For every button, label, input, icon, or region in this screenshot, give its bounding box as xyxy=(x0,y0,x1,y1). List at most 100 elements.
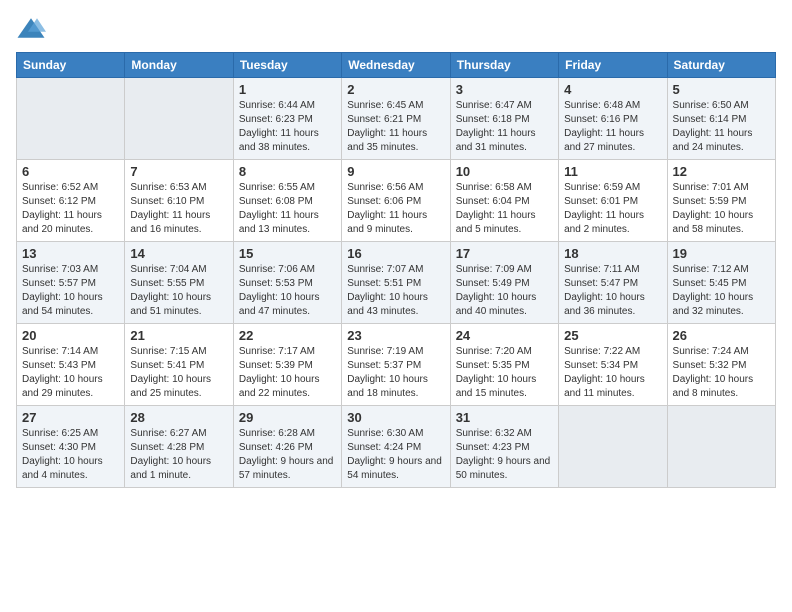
calendar-cell: 20 Sunrise: 7:14 AMSunset: 5:43 PMDayligh… xyxy=(17,324,125,406)
calendar-cell: 1 Sunrise: 6:44 AMSunset: 6:23 PMDaylight… xyxy=(233,78,341,160)
calendar-week-row: 20 Sunrise: 7:14 AMSunset: 5:43 PMDayligh… xyxy=(17,324,776,406)
calendar-cell: 5 Sunrise: 6:50 AMSunset: 6:14 PMDaylight… xyxy=(667,78,775,160)
day-info: Sunrise: 7:15 AMSunset: 5:41 PMDaylight:… xyxy=(130,345,227,401)
day-number: 24 xyxy=(456,328,553,343)
page-header xyxy=(16,16,776,40)
day-number: 12 xyxy=(673,164,770,179)
calendar-cell: 22Sunrise: 7:17 AMSunset: 5:39 PMDayligh… xyxy=(233,324,341,406)
day-number: 28 xyxy=(130,410,227,425)
day-number: 29 xyxy=(239,410,336,425)
day-info: Sunrise: 7:19 AMSunset: 5:37 PMDaylight:… xyxy=(347,345,444,401)
calendar-cell: 2Sunrise: 6:45 AMSunset: 6:21 PMDaylight… xyxy=(342,78,450,160)
day-number: 15 xyxy=(239,246,336,261)
day-info: Sunrise: 7:22 AMSunset: 5:34 PMDaylight:… xyxy=(564,345,661,401)
calendar-table: SundayMondayTuesdayWednesdayThursdayFrid… xyxy=(16,52,776,488)
calendar-cell: 13 Sunrise: 7:03 AMSunset: 5:57 PMDayligh… xyxy=(17,242,125,324)
calendar-cell: 27 Sunrise: 6:25 AMSunset: 4:30 PMDayligh… xyxy=(17,406,125,488)
day-info: Sunrise: 6:58 AMSunset: 6:04 PMDaylight:… xyxy=(456,181,553,237)
day-number: 1 xyxy=(239,82,336,97)
calendar-cell: 25 Sunrise: 7:22 AMSunset: 5:34 PMDayligh… xyxy=(559,324,667,406)
day-info: Sunrise: 6:56 AMSunset: 6:06 PMDaylight:… xyxy=(347,181,444,237)
day-number: 3 xyxy=(456,82,553,97)
calendar-cell: 31 Sunrise: 6:32 AMSunset: 4:23 PMDayligh… xyxy=(450,406,558,488)
day-info: Sunrise: 7:01 AMSunset: 5:59 PMDaylight:… xyxy=(673,181,770,237)
day-info: Sunrise: 6:44 AMSunset: 6:23 PMDaylight:… xyxy=(239,99,336,155)
day-info: Sunrise: 6:32 AMSunset: 4:23 PMDaylight:… xyxy=(456,427,553,483)
calendar-cell: 29 Sunrise: 6:28 AMSunset: 4:26 PMDayligh… xyxy=(233,406,341,488)
day-number: 4 xyxy=(564,82,661,97)
calendar-cell xyxy=(125,78,233,160)
day-header-monday: Monday xyxy=(125,53,233,78)
calendar-cell: 16 Sunrise: 7:07 AMSunset: 5:51 PMDayligh… xyxy=(342,242,450,324)
calendar-cell: 15 Sunrise: 7:06 AMSunset: 5:53 PMDayligh… xyxy=(233,242,341,324)
day-number: 21 xyxy=(130,328,227,343)
day-info: Sunrise: 7:20 AMSunset: 5:35 PMDaylight:… xyxy=(456,345,553,401)
day-info: Sunrise: 6:27 AMSunset: 4:28 PMDaylight:… xyxy=(130,427,227,483)
calendar-cell: 6 Sunrise: 6:52 AMSunset: 6:12 PMDaylight… xyxy=(17,160,125,242)
day-number: 16 xyxy=(347,246,444,261)
day-info: Sunrise: 6:25 AMSunset: 4:30 PMDaylight:… xyxy=(22,427,119,483)
day-info: Sunrise: 7:09 AMSunset: 5:49 PMDaylight:… xyxy=(456,263,553,319)
day-header-sunday: Sunday xyxy=(17,53,125,78)
calendar-week-row: 6 Sunrise: 6:52 AMSunset: 6:12 PMDaylight… xyxy=(17,160,776,242)
day-info: Sunrise: 6:30 AMSunset: 4:24 PMDaylight:… xyxy=(347,427,444,483)
day-number: 18 xyxy=(564,246,661,261)
day-info: Sunrise: 6:52 AMSunset: 6:12 PMDaylight:… xyxy=(22,181,119,237)
calendar-cell xyxy=(17,78,125,160)
day-info: Sunrise: 7:04 AMSunset: 5:55 PMDaylight:… xyxy=(130,263,227,319)
calendar-cell: 26Sunrise: 7:24 AMSunset: 5:32 PMDayligh… xyxy=(667,324,775,406)
calendar-week-row: 13 Sunrise: 7:03 AMSunset: 5:57 PMDayligh… xyxy=(17,242,776,324)
day-info: Sunrise: 7:11 AMSunset: 5:47 PMDaylight:… xyxy=(564,263,661,319)
day-info: Sunrise: 6:50 AMSunset: 6:14 PMDaylight:… xyxy=(673,99,770,155)
day-number: 22 xyxy=(239,328,336,343)
day-header-tuesday: Tuesday xyxy=(233,53,341,78)
day-header-thursday: Thursday xyxy=(450,53,558,78)
day-number: 31 xyxy=(456,410,553,425)
day-info: Sunrise: 7:06 AMSunset: 5:53 PMDaylight:… xyxy=(239,263,336,319)
day-number: 11 xyxy=(564,164,661,179)
day-header-friday: Friday xyxy=(559,53,667,78)
calendar-cell: 11Sunrise: 6:59 AMSunset: 6:01 PMDayligh… xyxy=(559,160,667,242)
calendar-week-row: 1 Sunrise: 6:44 AMSunset: 6:23 PMDaylight… xyxy=(17,78,776,160)
calendar-cell: 14 Sunrise: 7:04 AMSunset: 5:55 PMDayligh… xyxy=(125,242,233,324)
day-number: 20 xyxy=(22,328,119,343)
day-info: Sunrise: 6:55 AMSunset: 6:08 PMDaylight:… xyxy=(239,181,336,237)
calendar-header-row: SundayMondayTuesdayWednesdayThursdayFrid… xyxy=(17,53,776,78)
calendar-cell: 7Sunrise: 6:53 AMSunset: 6:10 PMDaylight… xyxy=(125,160,233,242)
day-info: Sunrise: 7:12 AMSunset: 5:45 PMDaylight:… xyxy=(673,263,770,319)
day-info: Sunrise: 7:14 AMSunset: 5:43 PMDaylight:… xyxy=(22,345,119,401)
calendar-cell: 8 Sunrise: 6:55 AMSunset: 6:08 PMDaylight… xyxy=(233,160,341,242)
calendar-cell: 17 Sunrise: 7:09 AMSunset: 5:49 PMDayligh… xyxy=(450,242,558,324)
day-info: Sunrise: 7:07 AMSunset: 5:51 PMDaylight:… xyxy=(347,263,444,319)
day-number: 27 xyxy=(22,410,119,425)
day-info: Sunrise: 6:28 AMSunset: 4:26 PMDaylight:… xyxy=(239,427,336,483)
calendar-cell: 3Sunrise: 6:47 AMSunset: 6:18 PMDaylight… xyxy=(450,78,558,160)
day-number: 30 xyxy=(347,410,444,425)
calendar-week-row: 27 Sunrise: 6:25 AMSunset: 4:30 PMDayligh… xyxy=(17,406,776,488)
calendar-cell: 24 Sunrise: 7:20 AMSunset: 5:35 PMDayligh… xyxy=(450,324,558,406)
day-number: 14 xyxy=(130,246,227,261)
day-number: 19 xyxy=(673,246,770,261)
day-header-saturday: Saturday xyxy=(667,53,775,78)
day-number: 8 xyxy=(239,164,336,179)
day-number: 5 xyxy=(673,82,770,97)
day-number: 25 xyxy=(564,328,661,343)
day-info: Sunrise: 6:53 AMSunset: 6:10 PMDaylight:… xyxy=(130,181,227,237)
day-number: 6 xyxy=(22,164,119,179)
day-header-wednesday: Wednesday xyxy=(342,53,450,78)
calendar-cell xyxy=(559,406,667,488)
calendar-cell: 4 Sunrise: 6:48 AMSunset: 6:16 PMDaylight… xyxy=(559,78,667,160)
day-number: 9 xyxy=(347,164,444,179)
calendar-cell: 12 Sunrise: 7:01 AMSunset: 5:59 PMDayligh… xyxy=(667,160,775,242)
day-info: Sunrise: 6:45 AMSunset: 6:21 PMDaylight:… xyxy=(347,99,444,155)
day-number: 26 xyxy=(673,328,770,343)
day-info: Sunrise: 6:48 AMSunset: 6:16 PMDaylight:… xyxy=(564,99,661,155)
day-number: 13 xyxy=(22,246,119,261)
calendar-cell: 21 Sunrise: 7:15 AMSunset: 5:41 PMDayligh… xyxy=(125,324,233,406)
calendar-cell: 23 Sunrise: 7:19 AMSunset: 5:37 PMDayligh… xyxy=(342,324,450,406)
day-number: 23 xyxy=(347,328,444,343)
day-number: 17 xyxy=(456,246,553,261)
calendar-cell: 28 Sunrise: 6:27 AMSunset: 4:28 PMDayligh… xyxy=(125,406,233,488)
day-info: Sunrise: 7:03 AMSunset: 5:57 PMDaylight:… xyxy=(22,263,119,319)
calendar-cell: 19 Sunrise: 7:12 AMSunset: 5:45 PMDayligh… xyxy=(667,242,775,324)
